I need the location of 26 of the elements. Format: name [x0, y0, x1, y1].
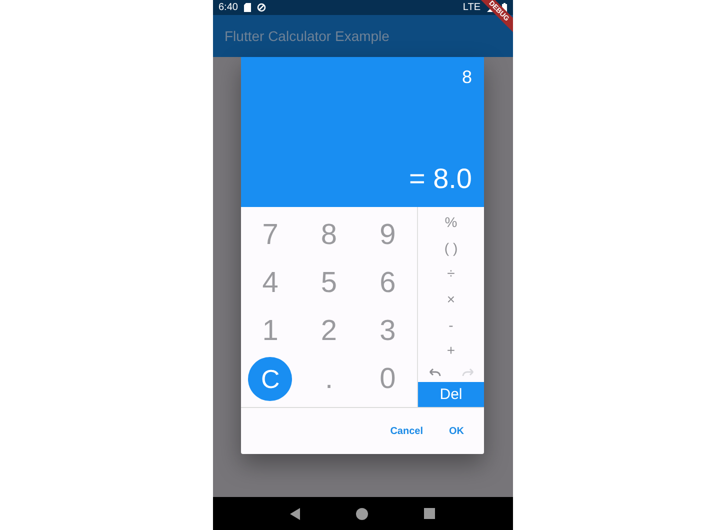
operator-key[interactable]: % [440, 212, 462, 231]
digit-key[interactable]: 0 [374, 362, 402, 396]
operator-key[interactable]: + [442, 341, 460, 360]
clear-button[interactable]: C [248, 357, 292, 401]
operator-key[interactable]: ( ) [440, 238, 462, 257]
app-title: Flutter Calculator Example [224, 28, 390, 44]
digit-key[interactable]: 6 [374, 266, 402, 300]
expression-text: 8 [462, 67, 472, 88]
dialog-action-button[interactable]: OK [439, 420, 474, 442]
result-text: = 8.0 [408, 163, 472, 195]
digit-key[interactable]: 4 [256, 266, 284, 300]
digit-key[interactable]: 1 [256, 314, 284, 348]
clock: 6:40 [218, 2, 238, 13]
digit-key[interactable]: . [318, 362, 340, 396]
operator-key[interactable]: - [444, 316, 458, 334]
digit-key[interactable]: 9 [374, 218, 402, 252]
dialog-action-button[interactable]: Cancel [380, 420, 433, 442]
digit-key[interactable]: 7 [256, 218, 284, 252]
delete-button[interactable]: Del [418, 382, 484, 407]
digit-key[interactable]: 8 [314, 218, 344, 252]
operator-key[interactable]: ÷ [443, 264, 459, 282]
digit-key[interactable]: 5 [314, 266, 344, 300]
network-label: LTE [462, 2, 480, 13]
digit-key[interactable]: 2 [314, 314, 344, 348]
operator-key[interactable]: × [442, 290, 460, 308]
digit-key[interactable]: 3 [374, 314, 402, 348]
